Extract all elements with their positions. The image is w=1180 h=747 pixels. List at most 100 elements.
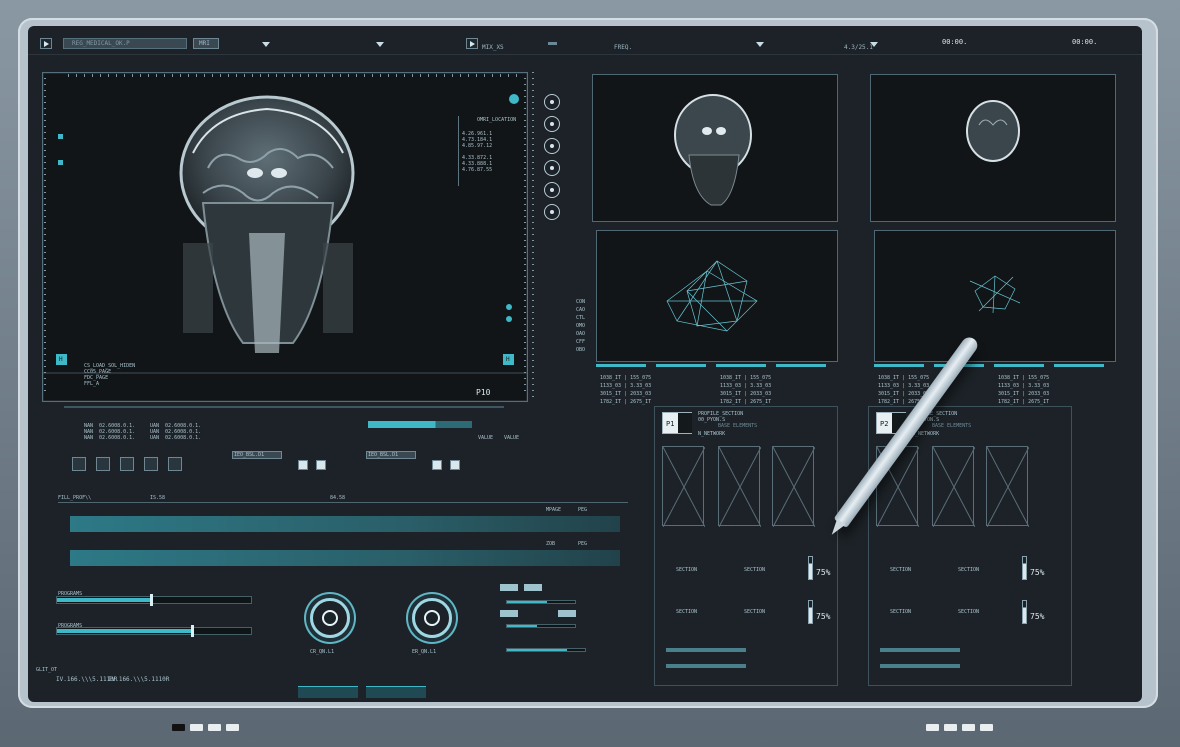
- chevron-down-icon[interactable]: [376, 42, 384, 47]
- ruler-left: [44, 78, 46, 394]
- slider-knob[interactable]: [150, 594, 153, 606]
- progress-strip: [880, 664, 960, 668]
- level-meter: [1022, 600, 1027, 624]
- target-icon[interactable]: [544, 204, 560, 220]
- target-icon[interactable]: [544, 138, 560, 154]
- percent-p1-a: 75%: [816, 568, 831, 577]
- play-button[interactable]: [40, 38, 52, 49]
- mri-view-p1[interactable]: [592, 74, 838, 222]
- chevron-down-icon[interactable]: [870, 42, 878, 47]
- hardware-key[interactable]: [962, 724, 975, 731]
- table-row: 1038_IT | 155_075: [600, 375, 652, 381]
- timeline-track-1[interactable]: [70, 516, 620, 532]
- program-slider-b[interactable]: [56, 627, 252, 635]
- chip[interactable]: [558, 610, 576, 617]
- track-label-c: ZOB: [546, 541, 556, 547]
- chevron-down-icon[interactable]: [756, 42, 764, 47]
- timeline-track-2[interactable]: [70, 550, 620, 566]
- table-row: 1133_03 | 3.33_03: [998, 383, 1050, 389]
- mri-view-p2[interactable]: [870, 74, 1116, 222]
- placeholder-card[interactable]: [718, 446, 761, 527]
- hardware-key[interactable]: [980, 724, 993, 731]
- table-row: 1133_03 | 3.33_03: [720, 383, 772, 389]
- network-view-p2[interactable]: [874, 230, 1116, 362]
- profile-sub2-p1: BASE ELEMENTS: [718, 423, 758, 429]
- data-table-p2: 1038_IT | 155_075 1133_03 | 3.33_03 3015…: [874, 364, 1114, 405]
- save-icon[interactable]: [120, 457, 134, 471]
- play-button-2[interactable]: [466, 38, 478, 49]
- placeholder-card[interactable]: [772, 446, 815, 527]
- network-graph-p2: [969, 275, 1021, 314]
- param-a2: NAN 02.6008.0.1.: [84, 435, 136, 441]
- freq-label: FREQ.: [614, 44, 633, 51]
- badge-split: [678, 413, 692, 433]
- side-label-3: OMO: [576, 323, 586, 329]
- slider-knob[interactable]: [191, 625, 194, 637]
- play-icon: [470, 41, 475, 47]
- marker-b: [58, 160, 63, 165]
- save-icon[interactable]: [168, 457, 182, 471]
- close-icon[interactable]: [316, 460, 326, 470]
- program-slider-a[interactable]: [56, 596, 252, 604]
- chip[interactable]: [500, 584, 518, 591]
- time-readout-1: 00:00.: [942, 38, 968, 46]
- close-icon[interactable]: [298, 460, 308, 470]
- save-icon[interactable]: [96, 457, 110, 471]
- ratio-label: 4.3/25.1: [844, 44, 873, 51]
- chip[interactable]: [500, 610, 518, 617]
- side-label-2: CTL: [576, 315, 586, 321]
- dial-b-label: ER_QN.L1: [412, 649, 437, 655]
- profile-badge-p1[interactable]: P1: [662, 412, 692, 434]
- hardware-key[interactable]: [172, 724, 185, 731]
- value-label-a: VALUE: [478, 435, 494, 441]
- section-label: SECTION: [744, 609, 766, 615]
- target-icon[interactable]: [544, 160, 560, 176]
- hardware-key[interactable]: [926, 724, 939, 731]
- chip[interactable]: [524, 584, 542, 591]
- bottom-tab-b[interactable]: [366, 686, 426, 698]
- mini-slider[interactable]: [506, 648, 586, 652]
- toggle-switch[interactable]: [548, 42, 557, 45]
- mini-slider[interactable]: [506, 624, 576, 628]
- hardware-key[interactable]: [190, 724, 203, 731]
- close-icon[interactable]: [432, 460, 442, 470]
- slider-fill: [57, 598, 153, 602]
- play-icon: [44, 41, 49, 47]
- mode2-label: MIX_XS: [482, 44, 504, 51]
- fill-label: FILL_PROF\\: [58, 495, 92, 501]
- save-icon[interactable]: [144, 457, 158, 471]
- target-icon[interactable]: [544, 94, 560, 110]
- level-meter: [1022, 556, 1027, 580]
- ruler-top: [68, 74, 518, 77]
- close-icon[interactable]: [450, 460, 460, 470]
- placeholder-card[interactable]: [932, 446, 975, 527]
- profile-sub2-p2: BASE ELEMENTS: [932, 423, 972, 429]
- chevron-down-icon[interactable]: [262, 42, 270, 47]
- readout-head: OMRI_LOCATION: [477, 117, 517, 123]
- target-icon[interactable]: [544, 116, 560, 132]
- hardware-key[interactable]: [944, 724, 957, 731]
- hardware-key[interactable]: [208, 724, 221, 731]
- main-mri-viewer[interactable]: [42, 72, 528, 402]
- hardware-key[interactable]: [226, 724, 239, 731]
- corner-badge: P10: [476, 388, 491, 397]
- slider-fill: [507, 625, 537, 627]
- network-view-p1[interactable]: [596, 230, 838, 362]
- mini-slider[interactable]: [506, 600, 576, 604]
- table-row: 3015_IT | 2033_03: [998, 391, 1050, 397]
- readout-block: OMRI_LOCATION 4.26.961.1 4.73.184.1 4.85…: [458, 116, 516, 186]
- save-icon[interactable]: [72, 457, 86, 471]
- side-label-0: CON: [576, 299, 586, 305]
- placeholder-card[interactable]: [986, 446, 1029, 527]
- info-icon[interactable]: [509, 94, 519, 104]
- value-label-b: VALUE: [504, 435, 520, 441]
- mode-chip-label: MRI: [199, 40, 210, 47]
- h-badge-left-text: H: [59, 356, 63, 363]
- table-row: 1782_IT | 2675_IT: [998, 399, 1050, 405]
- target-icon[interactable]: [544, 182, 560, 198]
- bottom-tab-a[interactable]: [298, 686, 358, 698]
- placeholder-card[interactable]: [662, 446, 705, 527]
- toolbar-divider: [28, 54, 1142, 55]
- slider-fill: [507, 649, 567, 651]
- data-table-p1: 1038_IT | 155_075 1133_03 | 3.33_03 3015…: [596, 364, 836, 405]
